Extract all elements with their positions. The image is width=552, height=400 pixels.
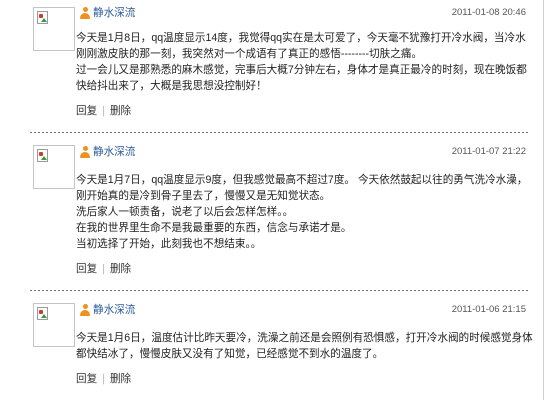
- user-icon: [80, 304, 90, 316]
- post-item: 静水深流 2011-01-07 21:22 今天是1月7日，qq温度显示9度，但…: [0, 133, 552, 291]
- post-paragraph: 今天是1月6日，温度估计比昨天要冷，洗澡之前还是会照例有恐惧感，打开冷水阀的时候…: [76, 332, 533, 360]
- post-paragraph: 过一会儿又是那熟悉的麻木感觉，完事后大概7分钟左右，身体才是真正最冷的时刻，现在…: [76, 64, 527, 92]
- user-icon: [80, 146, 90, 158]
- action-separator: |: [102, 263, 105, 275]
- reply-link[interactable]: 回复: [76, 373, 97, 385]
- broken-image-icon: [37, 11, 48, 24]
- post-content: 今天是1月8日，qq温度显示14度，我觉得qq实在是太可爱了，今天毫不犹豫打开冷…: [76, 30, 535, 94]
- delete-link[interactable]: 删除: [110, 373, 131, 385]
- blog-feed: 静水深流 2011-01-08 20:46 今天是1月8日，qq温度显示14度，…: [0, 0, 552, 400]
- post-timestamp: 2011-01-08 20:46: [451, 7, 526, 18]
- broken-image-icon: [37, 307, 48, 320]
- delete-link[interactable]: 删除: [110, 105, 131, 117]
- post-paragraph: 在我的世界里生命不是我最重要的东西，信念与承诺才是。: [76, 222, 352, 234]
- avatar[interactable]: [33, 7, 75, 51]
- username-link[interactable]: 静水深流: [93, 303, 135, 317]
- post-paragraph: 洗后家人一顿责备，说老了以后会怎样怎样。。: [76, 206, 294, 218]
- post-item: 静水深流 2011-01-08 20:46 今天是1月8日，qq温度显示14度，…: [0, 0, 552, 133]
- avatar[interactable]: [33, 303, 75, 347]
- post-paragraph: 今天是1月8日，qq温度显示14度，我觉得qq实在是太可爱了，今天毫不犹豫打开冷…: [76, 32, 526, 60]
- post-timestamp: 2011-01-07 21:22: [451, 146, 526, 157]
- delete-link[interactable]: 删除: [110, 263, 131, 275]
- user-icon: [80, 7, 90, 19]
- post-content: 今天是1月7日，qq温度显示9度，但我感觉最高不超过7度。 今天依然鼓起以往的勇…: [76, 172, 535, 252]
- reply-link[interactable]: 回复: [76, 263, 97, 275]
- post-timestamp: 2011-01-06 21:15: [451, 304, 526, 315]
- post-content: 今天是1月6日，温度估计比昨天要冷，洗澡之前还是会照例有恐惧感，打开冷水阀的时候…: [76, 330, 535, 362]
- reply-link[interactable]: 回复: [76, 105, 97, 117]
- post-actions: 回复 | 删除: [76, 262, 535, 276]
- post-header: 静水深流 2011-01-08 20:46: [76, 6, 535, 20]
- username-link[interactable]: 静水深流: [93, 145, 135, 159]
- username-link[interactable]: 静水深流: [93, 6, 135, 20]
- post-actions: 回复 | 删除: [76, 372, 535, 386]
- broken-image-icon: [37, 149, 48, 162]
- action-separator: |: [102, 105, 105, 117]
- post-paragraph: 当初选择了开始，此刻我也不想结束。。: [76, 238, 262, 250]
- post-actions: 回复 | 删除: [76, 104, 535, 118]
- post-header: 静水深流 2011-01-07 21:22: [76, 145, 535, 159]
- post-header: 静水深流 2011-01-06 21:15: [76, 303, 535, 317]
- action-separator: |: [102, 373, 105, 385]
- avatar[interactable]: [33, 145, 75, 189]
- post-paragraph: 今天是1月7日，qq温度显示9度，但我感觉最高不超过7度。 今天依然鼓起以往的勇…: [76, 174, 528, 202]
- post-item: 静水深流 2011-01-06 21:15 今天是1月6日，温度估计比昨天要冷，…: [0, 291, 552, 386]
